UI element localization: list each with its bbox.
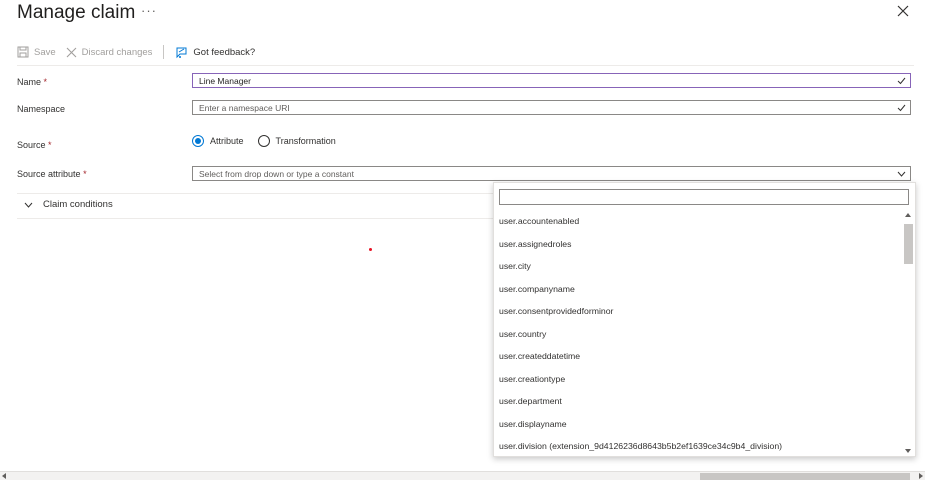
claim-conditions-toggle[interactable]: Claim conditions — [24, 199, 113, 210]
check-icon — [897, 104, 906, 112]
toolbar: Save Discard changes Got feedback? — [17, 43, 265, 61]
dropdown-item[interactable]: user.department — [494, 390, 902, 413]
source-label-text: Source — [17, 140, 46, 150]
dropdown-item[interactable]: user.displayname — [494, 413, 902, 436]
namespace-label: Namespace — [17, 104, 65, 114]
radio-transformation-label[interactable]: Transformation — [276, 136, 336, 146]
dropdown-scrollbar[interactable] — [902, 210, 915, 456]
scroll-left-icon[interactable] — [2, 473, 6, 479]
page-title: Manage claim — [17, 2, 136, 23]
dropdown-item[interactable]: user.country — [494, 323, 902, 346]
feedback-label: Got feedback? — [193, 46, 256, 58]
radio-attribute[interactable] — [192, 135, 204, 147]
required-marker: * — [83, 169, 87, 179]
discard-label: Discard changes — [81, 46, 153, 58]
scroll-down-icon[interactable] — [905, 449, 911, 453]
toolbar-divider-line — [17, 65, 914, 66]
dropdown-item[interactable]: user.city — [494, 255, 902, 278]
dropdown-item[interactable]: user.creationtype — [494, 368, 902, 391]
discard-changes-button[interactable]: Discard changes — [66, 46, 153, 58]
name-label-text: Name — [17, 77, 42, 87]
source-attribute-combobox[interactable]: Select from drop down or type a constant — [192, 166, 911, 181]
source-attribute-placeholder: Select from drop down or type a constant — [199, 168, 354, 179]
toolbar-divider — [163, 45, 165, 59]
dropdown-item[interactable]: user.assignedroles — [494, 233, 902, 256]
dropdown-item[interactable]: user.consentprovidedforminor — [494, 300, 902, 323]
dropdown-scroll-thumb[interactable] — [904, 224, 913, 264]
required-marker: * — [48, 140, 52, 150]
feedback-icon — [176, 47, 187, 58]
save-label: Save — [34, 46, 56, 58]
source-label: Source * — [17, 140, 52, 150]
chevron-down-icon — [24, 202, 33, 208]
marker-dot — [369, 248, 372, 251]
namespace-placeholder: Enter a namespace URI — [199, 102, 290, 113]
feedback-button[interactable]: Got feedback? — [175, 46, 255, 59]
dropdown-item[interactable]: user.division (extension_9d4126236d8643b… — [494, 435, 902, 458]
name-input-value: Line Manager — [199, 75, 251, 86]
required-marker: * — [43, 77, 48, 87]
source-radio-group: Attribute Transformation — [192, 135, 336, 147]
dropdown-item[interactable]: user.accountenabled — [494, 210, 902, 233]
radio-attribute-label[interactable]: Attribute — [210, 136, 244, 146]
save-icon — [17, 46, 29, 58]
more-options-icon[interactable]: ··· — [141, 3, 157, 18]
horizontal-scroll-thumb[interactable] — [700, 473, 910, 480]
name-input[interactable]: Line Manager — [192, 73, 911, 88]
section-divider — [17, 193, 493, 194]
source-attribute-dropdown: user.accountenabled user.assignedroles u… — [493, 182, 916, 457]
dropdown-item[interactable]: user.createddatetime — [494, 345, 902, 368]
section-divider — [17, 218, 493, 219]
namespace-input[interactable]: Enter a namespace URI — [192, 100, 911, 115]
scroll-right-icon[interactable] — [919, 473, 923, 479]
name-label: Name * — [17, 77, 47, 87]
chevron-down-icon[interactable] — [897, 170, 906, 178]
namespace-label-text: Namespace — [17, 104, 66, 114]
dropdown-search-input[interactable] — [499, 189, 909, 205]
horizontal-scrollbar[interactable] — [0, 471, 925, 480]
discard-icon — [66, 47, 77, 57]
close-icon[interactable] — [896, 4, 910, 18]
check-icon — [897, 77, 906, 85]
save-button[interactable]: Save — [17, 46, 56, 58]
radio-transformation[interactable] — [257, 135, 270, 147]
claim-conditions-label: Claim conditions — [43, 199, 113, 210]
source-attribute-label-text: Source attribute — [17, 169, 81, 179]
scroll-up-icon[interactable] — [905, 213, 911, 217]
source-attribute-label: Source attribute * — [17, 169, 87, 179]
dropdown-list: user.accountenabled user.assignedroles u… — [494, 210, 902, 458]
dropdown-item[interactable]: user.companyname — [494, 278, 902, 301]
